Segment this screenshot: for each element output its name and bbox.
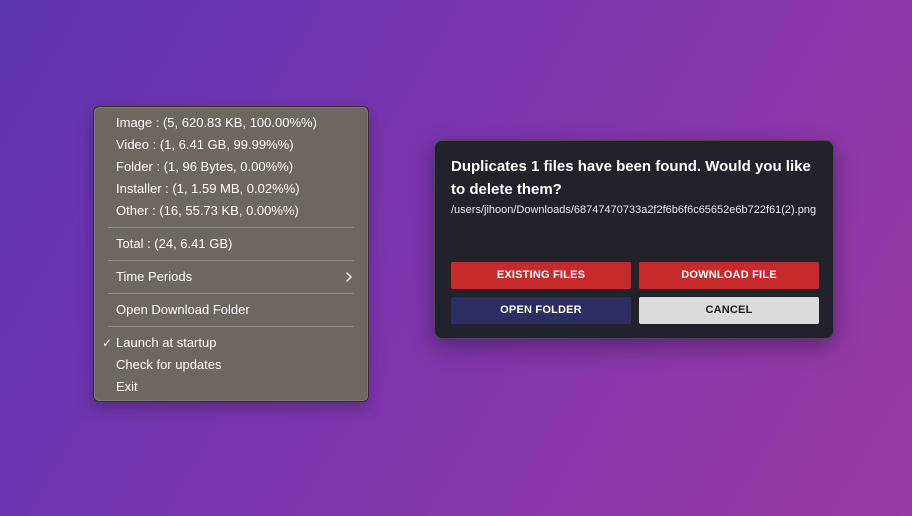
existing-files-button[interactable]: EXISTING FILES	[451, 262, 631, 289]
menu-item-time-periods[interactable]: Time Periods	[94, 266, 368, 288]
dialog-button-group: EXISTING FILES DOWNLOAD FILE OPEN FOLDER…	[451, 262, 819, 324]
menu-item-other-stats[interactable]: Other : (16, 55.73 KB, 0.00%%)	[94, 200, 368, 222]
tray-context-menu: Image : (5, 620.83 KB, 100.00%%) Video :…	[93, 106, 369, 402]
menu-item-label: Time Periods	[116, 269, 193, 284]
menu-item-launch-at-startup[interactable]: ✓ Launch at startup	[94, 332, 368, 354]
cancel-button[interactable]: CANCEL	[639, 297, 819, 324]
duplicate-files-dialog: Duplicates 1 files have been found. Woul…	[434, 140, 834, 339]
dialog-message: Duplicates 1 files have been found. Woul…	[451, 158, 811, 198]
checkmark-icon: ✓	[102, 336, 113, 350]
menu-item-open-download-folder[interactable]: Open Download Folder	[94, 299, 368, 321]
menu-item-installer-stats[interactable]: Installer : (1, 1.59 MB, 0.02%%)	[94, 178, 368, 200]
menu-separator	[108, 293, 354, 294]
download-file-button[interactable]: DOWNLOAD FILE	[639, 262, 819, 289]
menu-item-image-stats[interactable]: Image : (5, 620.83 KB, 100.00%%)	[94, 112, 368, 134]
menu-item-exit[interactable]: Exit	[94, 376, 368, 398]
duplicate-file-path: /users/jihoon/Downloads/68747470733a2f2f…	[451, 204, 817, 216]
menu-separator	[108, 326, 354, 327]
menu-item-label: Launch at startup	[116, 335, 217, 350]
chevron-right-icon	[346, 272, 352, 282]
menu-item-check-for-updates[interactable]: Check for updates	[94, 354, 368, 376]
menu-separator	[108, 260, 354, 261]
menu-item-total[interactable]: Total : (24, 6.41 GB)	[94, 233, 368, 255]
menu-item-video-stats[interactable]: Video : (1, 6.41 GB, 99.99%%)	[94, 134, 368, 156]
menu-item-folder-stats[interactable]: Folder : (1, 96 Bytes, 0.00%%)	[94, 156, 368, 178]
menu-separator	[108, 227, 354, 228]
open-folder-button[interactable]: OPEN FOLDER	[451, 297, 631, 324]
